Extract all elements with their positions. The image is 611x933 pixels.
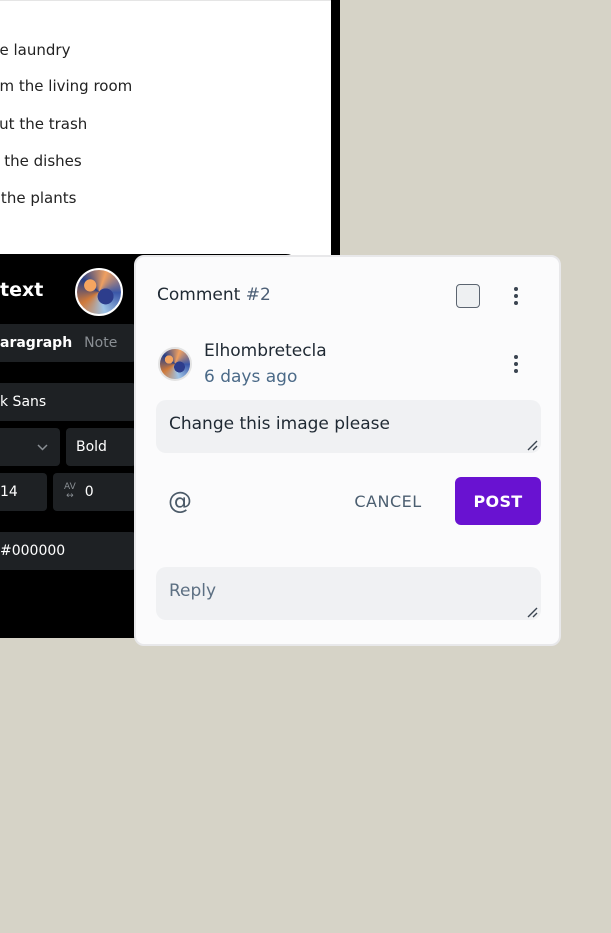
font-size-value: 14	[0, 484, 18, 500]
mention-icon[interactable]: @	[166, 486, 194, 516]
comment-edit-field[interactable]: Change this image please	[156, 400, 541, 453]
resize-handle-icon[interactable]	[526, 439, 538, 451]
font-family-value: k Sans	[0, 394, 47, 410]
font-weight-select[interactable]: Bold	[66, 428, 136, 466]
todo-item: out the trash	[0, 115, 88, 133]
thread-more-options-icon[interactable]	[506, 284, 526, 308]
letter-spacing-icon: AV ↔	[64, 482, 76, 501]
comment-card: Comment #2 Elhombretecla 6 days ago Chan…	[134, 255, 561, 646]
tab-note[interactable]: Note	[84, 335, 117, 351]
fill-color-input[interactable]: #000000	[0, 532, 136, 570]
todo-item: he laundry	[0, 41, 71, 59]
reply-input[interactable]	[156, 567, 541, 620]
editor-avatar[interactable]	[75, 268, 123, 316]
comment-number: #2	[245, 285, 271, 305]
comment-author: Elhombretecla	[204, 341, 327, 361]
chevron-down-icon	[37, 441, 48, 454]
letter-spacing-value: 0	[84, 484, 94, 500]
todo-item: r the plants	[0, 189, 77, 207]
comment-title-label: Comment	[157, 285, 241, 305]
tab-paragraph[interactable]: aragraph	[0, 335, 72, 351]
font-style-select[interactable]	[0, 428, 60, 466]
comment-title: Comment #2	[157, 285, 271, 305]
avatar	[158, 347, 192, 381]
todo-item: n the dishes	[0, 152, 82, 170]
fill-color-value: #000000	[0, 543, 66, 559]
todo-item: um the living room	[0, 77, 133, 95]
text-type-tabs: aragraph Note	[0, 324, 136, 362]
todo-list-board: he laundry um the living room out the tr…	[0, 0, 331, 257]
comment-timestamp: 6 days ago	[204, 367, 298, 387]
resolve-checkbox[interactable]	[456, 284, 480, 308]
letter-spacing-input[interactable]: AV ↔ 0	[53, 473, 136, 511]
font-weight-value: Bold	[76, 439, 107, 455]
post-button[interactable]: POST	[455, 477, 541, 525]
cancel-button[interactable]: CANCEL	[340, 479, 436, 523]
editor-title: text	[0, 279, 44, 301]
font-size-input[interactable]: 14	[0, 473, 47, 511]
font-family-select[interactable]: k Sans	[0, 383, 136, 421]
comment-more-options-icon[interactable]	[506, 352, 526, 376]
resize-handle-icon[interactable]	[526, 606, 538, 618]
